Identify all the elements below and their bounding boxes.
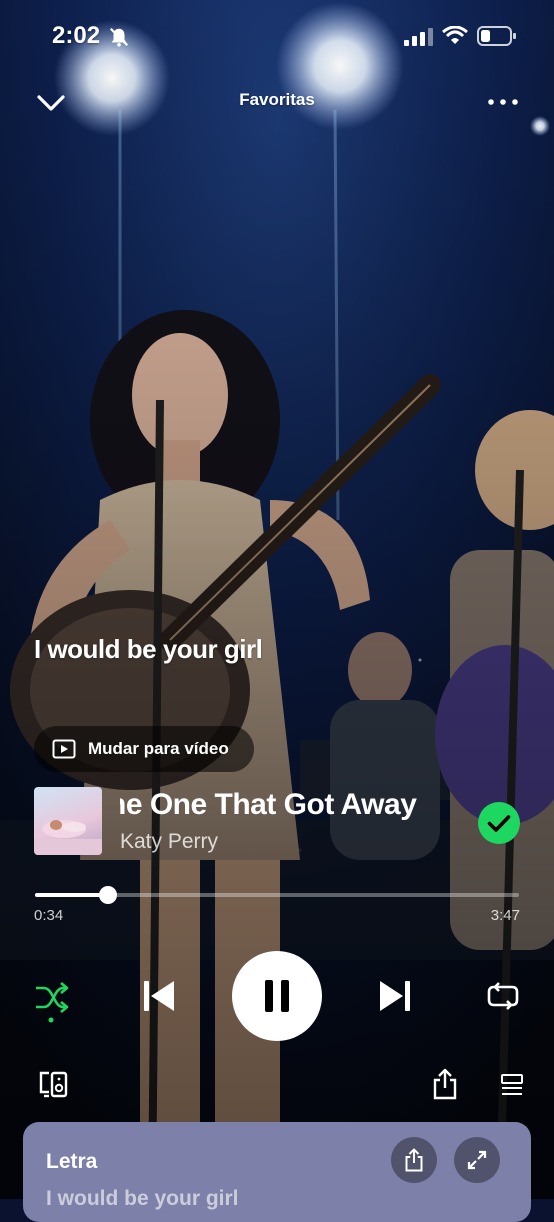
saved-to-library-button[interactable] <box>478 802 520 844</box>
next-icon <box>380 981 410 1011</box>
chevron-down-icon <box>37 95 65 111</box>
queue-icon <box>501 1074 523 1095</box>
lyrics-card-peek-line: I would be your girl <box>46 1187 239 1210</box>
more-icon <box>488 99 518 105</box>
lyrics-card-label: Letra <box>46 1150 98 1173</box>
expand-icon <box>467 1150 487 1170</box>
collapse-button[interactable] <box>34 88 68 118</box>
bell-slash-icon <box>109 27 129 47</box>
track-info[interactable]: he One That Got Away Katy Perry <box>120 784 465 860</box>
devices-icon <box>39 1071 68 1098</box>
lyrics-card[interactable]: Letra I would be your girl <box>23 1122 531 1222</box>
album-art[interactable] <box>34 787 102 855</box>
battery-icon <box>477 26 516 46</box>
switch-to-video-button[interactable]: Mudar para vídeo <box>34 726 254 772</box>
share-button[interactable] <box>432 1068 458 1100</box>
shuffle-icon <box>36 982 69 1023</box>
progress-fill <box>35 893 108 897</box>
track-artist: Katy Perry <box>120 830 219 853</box>
previous-icon <box>144 981 174 1011</box>
repeat-icon <box>487 982 519 1010</box>
connect-device-button[interactable] <box>39 1070 69 1098</box>
check-circle-icon <box>478 802 520 844</box>
status-time: 2:02 <box>52 22 101 49</box>
previous-button[interactable] <box>142 978 176 1014</box>
more-options-button[interactable] <box>486 92 520 112</box>
share-icon <box>433 1068 457 1100</box>
share-icon <box>405 1148 423 1172</box>
progress-bar[interactable] <box>35 882 519 908</box>
status-bar: 2:02 <box>0 0 554 70</box>
wifi-icon <box>442 26 468 44</box>
signal-icon <box>404 28 433 46</box>
pause-button[interactable] <box>232 951 322 1041</box>
lyric-line: I would be your girl <box>34 634 263 664</box>
elapsed-time: 0:34 <box>34 907 64 924</box>
lyrics-expand-button[interactable] <box>454 1137 500 1183</box>
lyrics-share-button[interactable] <box>391 1137 437 1183</box>
progress-thumb[interactable] <box>98 886 117 904</box>
pause-icon <box>265 980 289 1012</box>
queue-button[interactable] <box>500 1073 524 1097</box>
switch-to-video-label: Mudar para vídeo <box>88 739 229 758</box>
total-time: 3:47 <box>490 907 520 924</box>
next-button[interactable] <box>378 978 412 1014</box>
play-square-icon <box>52 739 76 759</box>
album-cover-image <box>34 820 102 855</box>
track-title: he One That Got Away <box>120 788 417 821</box>
playlist-title: Favoritas <box>239 90 315 109</box>
shuffle-button[interactable] <box>34 980 70 1024</box>
repeat-button[interactable] <box>486 980 520 1014</box>
